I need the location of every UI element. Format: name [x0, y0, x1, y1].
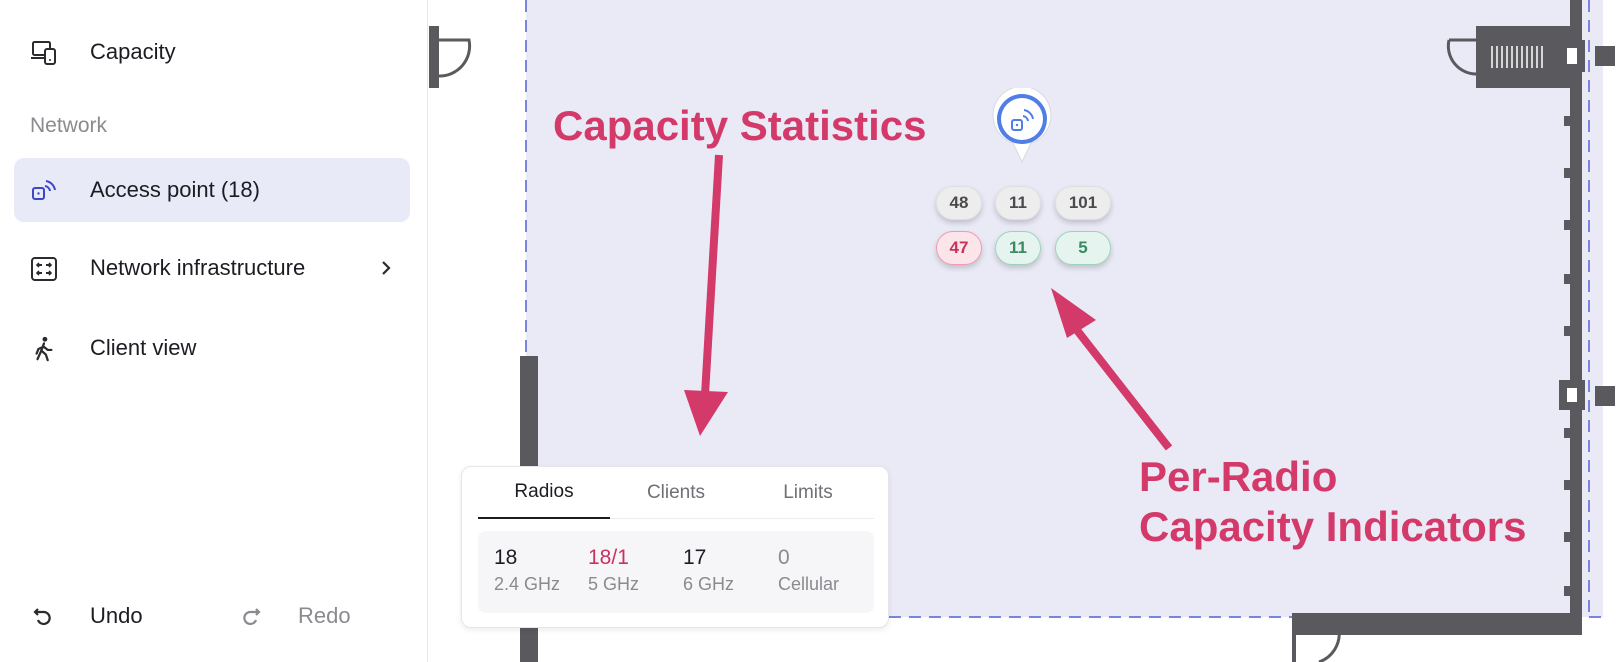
arrow-per-radio-indicators [1051, 288, 1173, 451]
annotation-per-radio-line1: Per-Radio [1139, 453, 1338, 500]
stat-value: 18/1 [588, 546, 629, 569]
sidebar-item-label: Network infrastructure [90, 255, 306, 280]
sidebar-item-client-view[interactable]: Client view [14, 316, 410, 380]
undo-label: Undo [90, 603, 143, 628]
sidebar-item-label: Client view [90, 335, 197, 360]
radio-chip-bottom-1: 47 [936, 231, 982, 265]
tab-limits[interactable]: Limits [742, 467, 874, 519]
undo-button[interactable]: Undo [30, 596, 143, 636]
stat-value: 17 [683, 546, 707, 569]
sidebar-item-label: Access point (18) [90, 177, 260, 202]
stats-tabs: Radios Clients Limits [478, 467, 874, 519]
sidebar-item-network-infrastructure[interactable]: Network infrastructure [14, 236, 410, 300]
stat-unit: Cellular [778, 574, 840, 594]
app-root: Capacity Network Access point (18) Netwo… [0, 0, 1620, 662]
annotation-per-radio-line2: Capacity Indicators [1139, 503, 1527, 550]
radio-chip-bottom-2: 11 [995, 231, 1041, 265]
stat-value: 0 [778, 546, 790, 569]
stat-unit: 2.4 GHz [494, 574, 561, 594]
sidebar-item-label: Capacity [90, 39, 176, 64]
devices-icon [31, 41, 56, 65]
radio-chip-bottom-3: 5 [1055, 231, 1111, 265]
access-point-marker[interactable] [991, 88, 1053, 164]
tab-radios[interactable]: Radios [478, 467, 610, 519]
chevron-right-icon [382, 261, 391, 275]
redo-label: Redo [298, 603, 351, 628]
sidebar-item-capacity[interactable]: Capacity [14, 20, 410, 84]
redo-icon [243, 608, 261, 626]
redo-button[interactable]: Redo [238, 596, 351, 636]
stat-unit: 6 GHz [683, 574, 735, 594]
stat-value: 18 [494, 546, 518, 569]
stat-unit: 5 GHz [588, 574, 640, 594]
tab-clients[interactable]: Clients [610, 467, 742, 519]
arrow-capacity-statistics [684, 154, 728, 436]
undo-icon [33, 608, 51, 626]
access-point-icon [32, 180, 56, 200]
annotation-capacity-statistics: Capacity Statistics [553, 102, 927, 149]
radio-chip-top-3: 101 [1055, 186, 1111, 220]
radio-chip-top-2: 11 [995, 186, 1041, 220]
capacity-stats-panel: Radios Clients Limits 18 2.4 GHz 18/1 5 … [461, 466, 889, 628]
stat-2-4ghz: 18 2.4 GHz [494, 545, 560, 597]
network-switch-icon [31, 257, 57, 281]
section-label-network: Network [30, 114, 108, 137]
radio-chip-top-1: 48 [936, 186, 982, 220]
walking-person-icon [35, 336, 53, 362]
stat-6ghz: 17 6 GHz [683, 545, 734, 597]
sidebar-item-access-point[interactable]: Access point (18) [14, 158, 410, 222]
radio-stats-box: 18 2.4 GHz 18/1 5 GHz 17 6 GHz 0 Cellula… [478, 531, 874, 613]
stat-5ghz: 18/1 5 GHz [588, 545, 639, 597]
stat-cellular: 0 Cellular [778, 545, 839, 597]
sidebar: Capacity Network Access point (18) Netwo… [0, 0, 428, 662]
